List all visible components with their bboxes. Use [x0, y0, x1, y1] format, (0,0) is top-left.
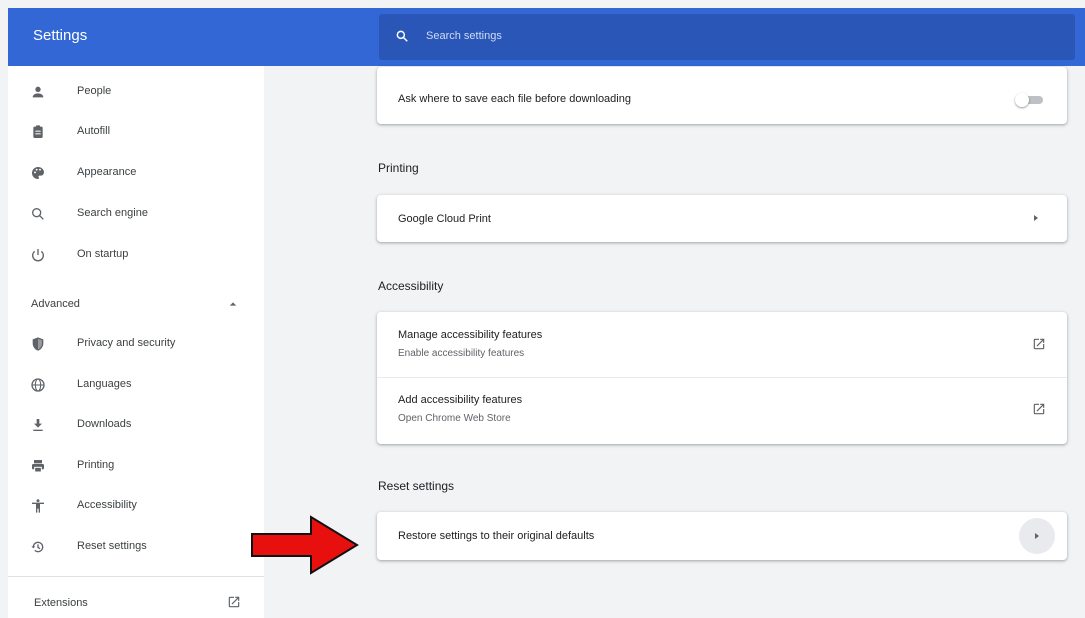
search-box[interactable]: Search settings — [379, 14, 1075, 60]
history-icon — [31, 541, 44, 553]
sidebar-item-languages[interactable]: Languages — [8, 365, 264, 405]
google-cloud-print-label: Google Cloud Print — [398, 213, 491, 225]
open-in-new-icon[interactable] — [227, 595, 241, 609]
manage-accessibility-title: Manage accessibility features — [398, 329, 543, 341]
sidebar-item-search-engine[interactable]: Search engine — [8, 194, 264, 234]
add-accessibility-title: Add accessibility features — [398, 394, 523, 406]
printing-section-title: Printing — [378, 161, 419, 175]
sidebar-item-extensions[interactable]: Extensions — [34, 597, 88, 609]
arrow-right-icon — [1034, 215, 1038, 221]
downloads-card: Ask where to save each file before downl… — [377, 67, 1067, 124]
ask-where-to-save-label: Ask where to save each file before downl… — [398, 93, 631, 105]
sidebar-item-appearance[interactable]: Appearance — [8, 153, 264, 193]
top-toolbar: Settings Search settings — [8, 8, 1085, 66]
sidebar-item-label: Reset settings — [77, 540, 147, 552]
add-accessibility-row[interactable]: Add accessibility features Open Chrome W… — [377, 378, 1067, 444]
advanced-section-toggle[interactable]: Advanced — [8, 284, 264, 324]
search-input[interactable]: Search settings — [426, 30, 502, 42]
page-title: Settings — [33, 27, 88, 44]
sidebar-item-people[interactable]: People — [8, 72, 264, 112]
search-icon — [396, 30, 408, 42]
advanced-label: Advanced — [31, 298, 80, 310]
annotation-arrow-icon — [251, 515, 359, 575]
sidebar-item-label: Accessibility — [77, 499, 137, 511]
sidebar-item-accessibility[interactable]: Accessibility — [8, 486, 264, 526]
printer-icon — [32, 460, 44, 473]
person-icon — [32, 86, 44, 98]
manage-accessibility-subtitle: Enable accessibility features — [398, 348, 525, 359]
printing-card: Google Cloud Print — [377, 195, 1067, 242]
sidebar-item-autofill[interactable]: Autofill — [8, 112, 264, 152]
sidebar-item-label: People — [77, 85, 112, 97]
accessibility-card: Manage accessibility features Enable acc… — [377, 312, 1067, 444]
palette-icon — [31, 167, 44, 179]
sidebar-item-label: Autofill — [77, 125, 111, 137]
sidebar-item-on-startup[interactable]: On startup — [8, 235, 264, 275]
ask-where-to-save-toggle[interactable] — [1015, 93, 1043, 107]
sidebar-item-downloads[interactable]: Downloads — [8, 405, 264, 445]
manage-accessibility-row[interactable]: Manage accessibility features Enable acc… — [377, 312, 1067, 378]
reset-card: Restore settings to their original defau… — [377, 512, 1067, 560]
sidebar-item-label: Privacy and security — [77, 337, 176, 349]
power-icon — [32, 249, 44, 262]
open-in-new-icon[interactable] — [1032, 402, 1046, 416]
sidebar-item-label: Downloads — [77, 418, 132, 430]
sidebar-item-label: Languages — [77, 378, 132, 390]
sidebar-divider — [8, 576, 264, 577]
accessibility-icon — [32, 499, 44, 513]
restore-defaults-label: Restore settings to their original defau… — [398, 530, 595, 542]
sidebar-item-reset-settings[interactable]: Reset settings — [8, 527, 264, 567]
add-accessibility-subtitle: Open Chrome Web Store — [398, 413, 511, 424]
sidebar-item-label: Printing — [77, 459, 115, 471]
restore-defaults-row[interactable]: Restore settings to their original defau… — [377, 512, 1067, 560]
google-cloud-print-row[interactable]: Google Cloud Print — [377, 195, 1067, 242]
shield-icon — [32, 337, 44, 351]
download-icon — [33, 419, 43, 431]
sidebar: People Autofill Appearance Search engine… — [8, 66, 264, 618]
sidebar-item-privacy[interactable]: Privacy and security — [8, 324, 264, 364]
globe-icon — [31, 378, 45, 392]
restore-defaults-button[interactable] — [1019, 518, 1055, 554]
open-in-new-icon[interactable] — [1032, 337, 1046, 351]
sidebar-item-printing[interactable]: Printing — [8, 446, 264, 486]
sidebar-item-label: On startup — [77, 248, 129, 260]
accessibility-section-title: Accessibility — [378, 279, 444, 293]
toggle-knob — [1015, 93, 1029, 107]
chevron-up-icon — [229, 302, 237, 306]
sidebar-item-label: Appearance — [77, 166, 137, 178]
ask-where-to-save-row[interactable]: Ask where to save each file before downl… — [377, 67, 1067, 124]
arrow-right-icon — [1035, 533, 1039, 539]
reset-section-title: Reset settings — [378, 479, 455, 493]
search-icon — [31, 208, 44, 220]
clipboard-icon — [33, 125, 43, 138]
sidebar-item-label: Search engine — [77, 207, 148, 219]
